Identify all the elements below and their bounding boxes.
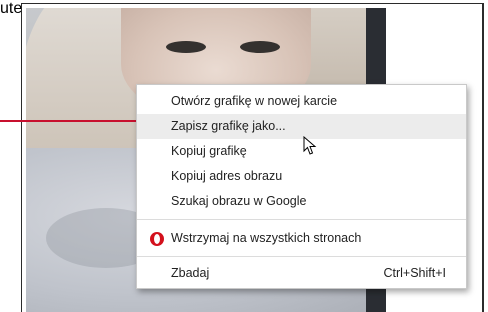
menu-item-label: Zapisz grafikę jako...	[171, 119, 286, 133]
photo-eye-right	[240, 41, 280, 53]
screenshot-stage: ute Otwórz grafikę w nowej karcie Zapisz…	[0, 0, 488, 312]
menu-item-label: Zbadaj	[171, 266, 210, 280]
menu-item-label: Szukaj obrazu w Google	[171, 194, 307, 208]
menu-item-copy-image[interactable]: Kopiuj grafikę	[137, 139, 466, 164]
mouse-cursor-icon	[303, 136, 317, 155]
callout-line	[0, 120, 145, 122]
menu-item-label: Kopiuj adres obrazu	[171, 169, 283, 183]
menu-item-shortcut: Ctrl+Shift+I	[383, 266, 446, 280]
context-menu: Otwórz grafikę w nowej karcie Zapisz gra…	[136, 84, 467, 289]
menu-item-inspect[interactable]: Zbadaj Ctrl+Shift+I	[137, 261, 466, 286]
menu-item-save-image-as[interactable]: Zapisz grafikę jako...	[137, 114, 466, 139]
menu-separator	[137, 256, 466, 257]
opera-icon	[150, 232, 164, 246]
menu-separator	[137, 219, 466, 220]
menu-item-label: Kopiuj grafikę	[171, 144, 247, 158]
menu-item-open-image-new-tab[interactable]: Otwórz grafikę w nowej karcie	[137, 89, 466, 114]
menu-item-copy-image-address[interactable]: Kopiuj adres obrazu	[137, 164, 466, 189]
photo-eye-left	[166, 41, 206, 53]
menu-item-label: Wstrzymaj na wszystkich stronach	[171, 231, 362, 245]
menu-item-pause-all-sites[interactable]: Wstrzymaj na wszystkich stronach	[137, 226, 466, 251]
menu-item-search-image-google[interactable]: Szukaj obrazu w Google	[137, 189, 466, 214]
menu-item-label: Otwórz grafikę w nowej karcie	[171, 94, 338, 108]
